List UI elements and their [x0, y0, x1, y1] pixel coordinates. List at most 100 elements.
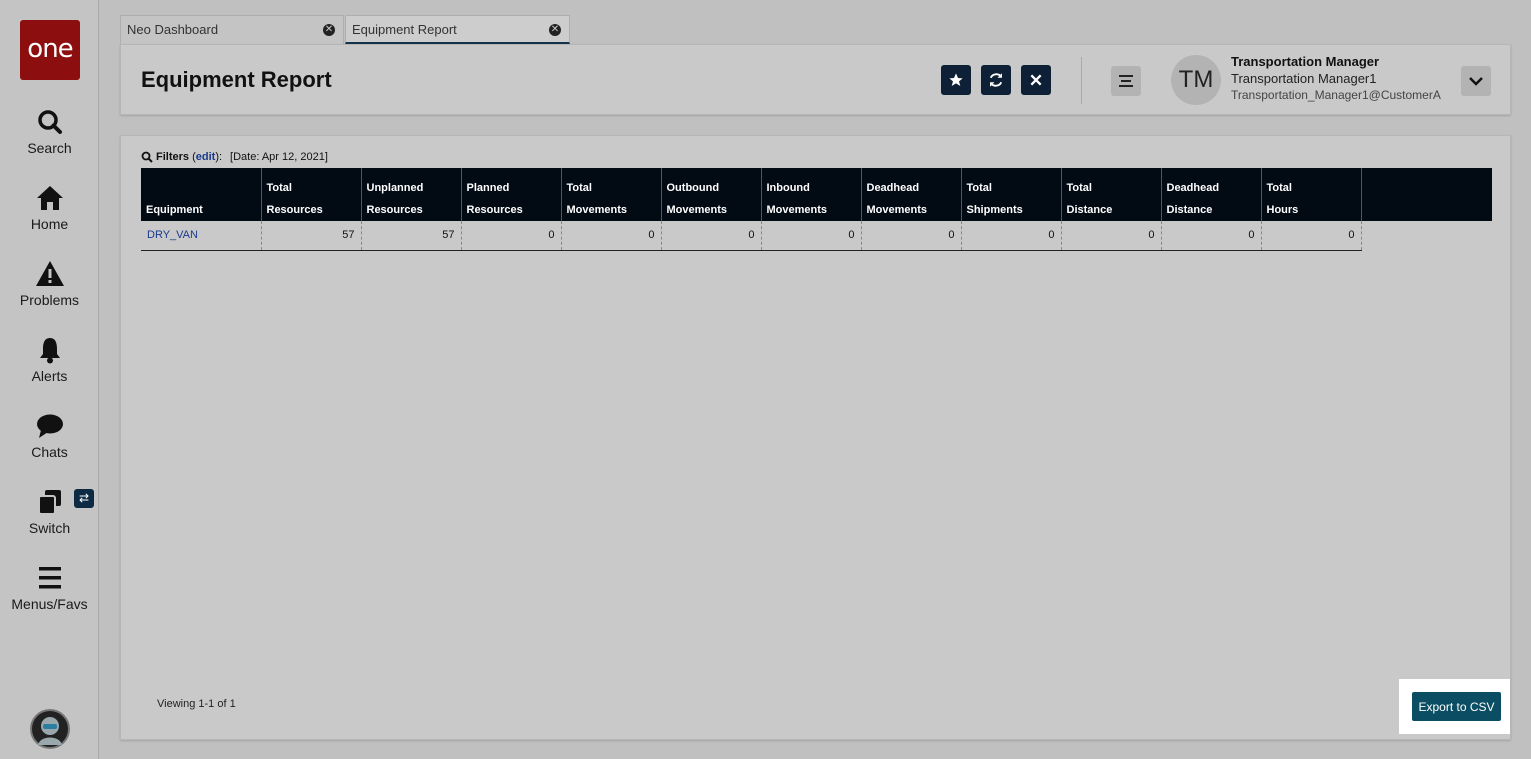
export-to-csv-button[interactable]: Export to CSV — [1412, 692, 1501, 721]
tab-label: Neo Dashboard — [127, 22, 219, 37]
search-icon — [141, 151, 153, 163]
tab-equipment-report[interactable]: Equipment Report ✕ — [345, 15, 570, 44]
sidebar-item-home[interactable]: Home — [0, 184, 99, 232]
filters-bar: Filters (edit): [Date: Apr 12, 2021] — [141, 151, 328, 163]
column-header-line1: Planned — [466, 182, 510, 194]
tab-label: Equipment Report — [352, 22, 457, 37]
column-header-line1: Total — [566, 182, 592, 194]
table-cell: 0 — [1261, 221, 1362, 251]
report-panel: Filters (edit): [Date: Apr 12, 2021] Equ… — [120, 135, 1511, 740]
search-icon — [37, 110, 62, 134]
favorite-button[interactable] — [941, 65, 971, 95]
column-header-line1: Unplanned — [366, 182, 424, 194]
close-icon[interactable]: ✕ — [549, 24, 561, 36]
sidebar-item-chats[interactable]: Chats — [0, 412, 99, 460]
user-avatar[interactable]: TM — [1171, 55, 1221, 105]
switch-icon — [37, 490, 61, 515]
column-header-line1: Outbound — [666, 182, 720, 194]
page-menu-button[interactable] — [1111, 66, 1141, 96]
column-header-line2: Movements — [566, 204, 628, 216]
app-logo[interactable]: one — [20, 20, 80, 80]
column-header-line1: Deadhead — [866, 182, 920, 194]
filters-edit-link[interactable]: edit — [196, 151, 216, 163]
sidebar-item-menus-favs[interactable]: Menus/Favs — [0, 564, 99, 612]
sidebar: one Search Home Problems Alerts Chats Sw… — [0, 0, 99, 759]
table-row: DRY_VAN 57 57 0 0 0 0 0 0 0 0 0 — [141, 221, 1362, 251]
page-header: Equipment Report TM Transportation Manag… — [120, 44, 1511, 115]
column-header[interactable]: Deadhead Movements — [861, 168, 962, 221]
sidebar-item-label: Alerts — [31, 368, 68, 384]
sidebar-item-label: Search — [27, 140, 72, 156]
user-name: Transportation Manager — [1231, 54, 1380, 69]
column-header-line2: Shipments — [966, 204, 1023, 216]
column-header[interactable]: Outbound Movements — [661, 168, 762, 221]
column-header-line2: Resources — [266, 204, 323, 216]
table-cell: 0 — [561, 221, 662, 251]
column-header-line2: Resources — [366, 204, 423, 216]
table-cell: 0 — [861, 221, 962, 251]
user-menu-dropdown[interactable] — [1461, 66, 1491, 96]
table-cell: 57 — [261, 221, 362, 251]
table-cell: 0 — [1161, 221, 1262, 251]
column-header-line1: Inbound — [766, 182, 810, 194]
column-header-line2: Movements — [666, 204, 728, 216]
column-header-line1: Total — [966, 182, 992, 194]
column-header-line2: Equipment — [146, 204, 203, 216]
column-header[interactable]: Total Distance — [1061, 168, 1162, 221]
column-header-line2: Hours — [1266, 204, 1299, 216]
tab-neo-dashboard[interactable]: Neo Dashboard ✕ — [120, 15, 344, 44]
close-icon — [1030, 74, 1042, 86]
header-divider — [1081, 57, 1082, 104]
column-header-line1: Total — [266, 182, 292, 194]
column-header-line2: Movements — [766, 204, 828, 216]
menu-lines-icon — [1119, 75, 1133, 87]
user-email: Transportation_Manager1@CustomerA — [1231, 88, 1441, 102]
menu-icon — [38, 567, 61, 589]
column-header-line2: Movements — [866, 204, 928, 216]
sidebar-item-label: Menus/Favs — [11, 596, 88, 612]
export-highlight: Export to CSV — [1399, 679, 1510, 734]
column-header[interactable]: Total Resources — [261, 168, 362, 221]
close-page-button[interactable] — [1021, 65, 1051, 95]
assistant-avatar[interactable] — [30, 709, 70, 749]
sidebar-item-label: Problems — [19, 292, 80, 308]
column-header-line1: Deadhead — [1166, 182, 1220, 194]
user-role: Transportation Manager1 — [1231, 71, 1377, 86]
bell-icon — [39, 338, 60, 364]
column-header[interactable]: Unplanned Resources — [361, 168, 462, 221]
pagination-info: Viewing 1-1 of 1 — [157, 698, 236, 710]
robot-icon — [38, 717, 62, 745]
column-header[interactable]: Total Shipments — [961, 168, 1062, 221]
column-header-line2: Distance — [1166, 204, 1213, 216]
table-cell: 0 — [461, 221, 562, 251]
column-header-line1: Total — [1266, 182, 1292, 194]
column-header[interactable]: Deadhead Distance — [1161, 168, 1262, 221]
sidebar-item-problems[interactable]: Problems — [0, 260, 99, 308]
column-header[interactable]: Total Hours — [1261, 168, 1362, 221]
filters-value: [Date: Apr 12, 2021] — [230, 151, 328, 163]
sidebar-item-search[interactable]: Search — [0, 108, 99, 156]
column-header-line1: Total — [1066, 182, 1092, 194]
home-icon — [36, 186, 63, 210]
table-cell: 0 — [761, 221, 862, 251]
equipment-link[interactable]: DRY_VAN — [141, 221, 262, 251]
column-header[interactable]: Inbound Movements — [761, 168, 862, 221]
page-title: Equipment Report — [141, 67, 332, 92]
sidebar-item-alerts[interactable]: Alerts — [0, 336, 99, 384]
sidebar-item-label: Home — [30, 216, 69, 232]
column-header[interactable]: Equipment — [141, 168, 262, 221]
refresh-button[interactable] — [981, 65, 1011, 95]
table-cell: 0 — [1061, 221, 1162, 251]
table-cell: 0 — [961, 221, 1062, 251]
table-cell: 0 — [661, 221, 762, 251]
refresh-icon — [989, 73, 1003, 87]
column-header-line2: Distance — [1066, 204, 1113, 216]
star-icon — [949, 73, 963, 86]
table-cell: 57 — [361, 221, 462, 251]
column-header[interactable]: Total Movements — [561, 168, 662, 221]
close-icon[interactable]: ✕ — [323, 24, 335, 36]
warning-icon — [35, 261, 64, 286]
column-header[interactable]: Planned Resources — [461, 168, 562, 221]
filters-label: Filters — [156, 151, 190, 163]
switch-badge[interactable]: ⇄ — [74, 489, 94, 508]
